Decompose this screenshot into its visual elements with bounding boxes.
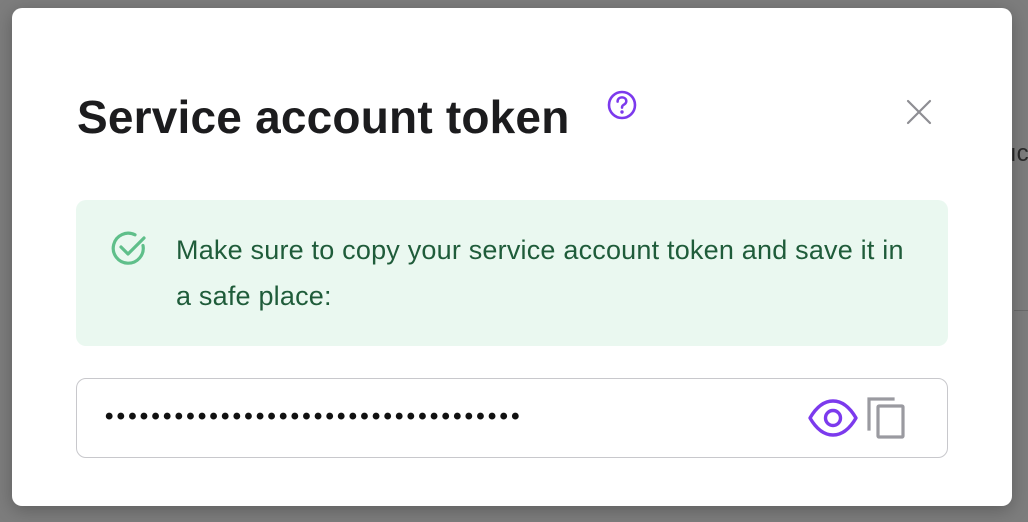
eye-icon[interactable] xyxy=(807,398,859,438)
background-divider xyxy=(1014,310,1028,311)
notice-message: Make sure to copy your service account t… xyxy=(176,235,904,311)
close-icon[interactable] xyxy=(904,97,934,127)
service-account-token-dialog: Service account token Make sure to copy … xyxy=(12,8,1012,506)
check-circle-icon xyxy=(111,231,146,265)
copy-icon[interactable] xyxy=(865,395,909,441)
background-text: ıc xyxy=(1010,140,1028,167)
dialog-title: Service account token xyxy=(77,91,570,143)
success-notice: Make sure to copy your service account t… xyxy=(76,200,948,346)
question-circle-icon[interactable] xyxy=(606,89,638,121)
masked-token-value[interactable]: •••••••••••••••••••••••••••••••••••• xyxy=(105,395,523,439)
token-field[interactable]: •••••••••••••••••••••••••••••••••••• xyxy=(76,378,948,458)
